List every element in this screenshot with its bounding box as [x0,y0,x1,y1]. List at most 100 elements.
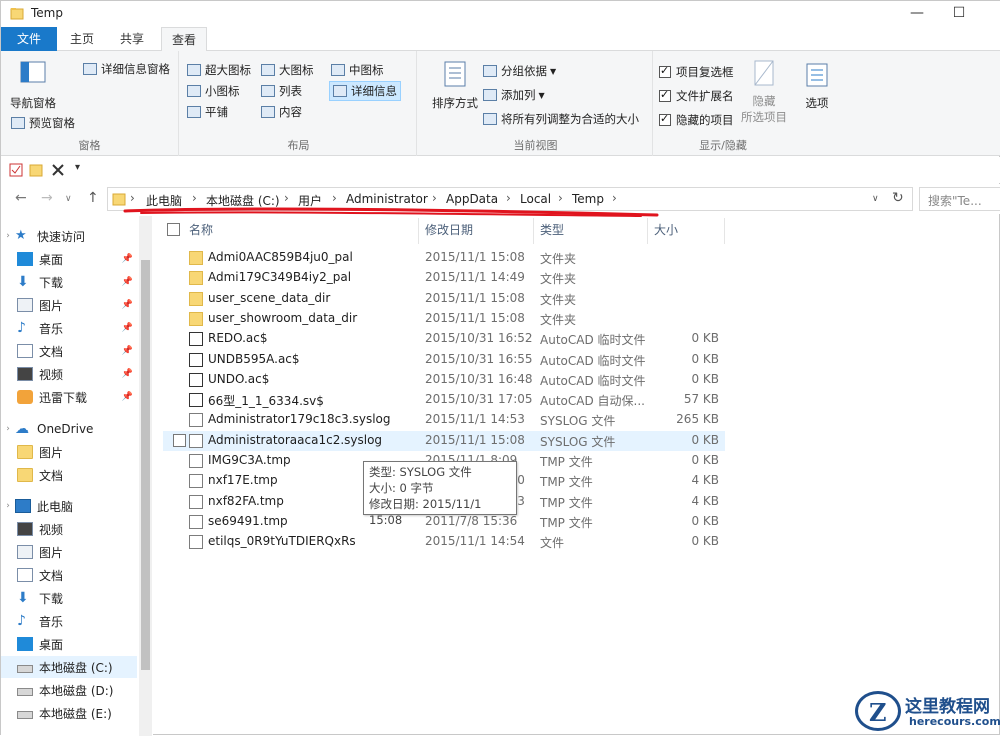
search-box[interactable]: 搜索"Te... [919,187,1000,211]
refresh-icon[interactable]: ↻ [892,190,904,206]
add-column-button[interactable]: 添加列 ▼ [483,87,545,103]
expand-icon[interactable]: › [1,424,15,434]
breadcrumb-separator[interactable]: › [558,191,563,205]
nav-quick-music[interactable]: ♪ 音乐 📌 [1,317,137,339]
file-row[interactable]: Administratoraaca1c2.syslog 2015/11/1 15:… [163,430,725,451]
nav-pc-videos[interactable]: 视频 [1,518,137,540]
nav-label: 桌面 [39,252,64,267]
nav-drive-c[interactable]: 本地磁盘 (C:) [1,656,137,678]
nav-quick-thunder[interactable]: 迅雷下载 📌 [1,386,137,408]
file-row[interactable]: REDO.ac$ 2015/10/31 16:52 AutoCAD 临时文件 0 KB [163,329,725,349]
sort-by-button[interactable]: 排序方式 [429,59,481,111]
breadcrumb-separator[interactable]: › [432,191,437,205]
properties-icon[interactable] [9,163,23,177]
item-checkboxes-toggle[interactable]: 项目复选框 [659,64,734,80]
pin-icon: 📌 [121,392,133,402]
nav-onedrive[interactable]: › ☁ OneDrive [1,418,137,440]
nav-pc-documents[interactable]: 文档 [1,564,137,586]
breadcrumb-separator[interactable]: › [332,191,337,205]
nav-pane-button[interactable]: 导航窗格 [7,57,59,111]
nav-this-pc[interactable]: › 此电脑 [1,495,137,517]
expand-icon[interactable]: › [1,501,15,511]
autocad-file-icon [189,352,203,367]
file-row[interactable]: UNDB595A.ac$ 2015/10/31 16:55 AutoCAD 临时文件… [163,350,725,370]
file-size: 265 KB [676,412,719,427]
layout-extra-large-icons[interactable]: 超大图标 [187,62,251,78]
file-row[interactable]: user_scene_data_dir 2015/11/1 15:08 文件夹 [163,289,725,309]
file-row[interactable]: Admi179C349B4iy2_pal 2015/11/1 14:49 文件夹 [163,268,725,288]
nav-scrollbar[interactable] [139,216,152,736]
nav-pc-desktop[interactable]: 桌面 [1,633,137,655]
layout-content[interactable]: 内容 [261,104,302,120]
minimize-button[interactable]: — [899,3,935,25]
nav-quick-access[interactable]: › ★ 快速访问 [1,225,137,247]
nav-quick-videos[interactable]: 视频 📌 [1,363,137,385]
column-header-date[interactable]: 修改日期 [419,218,534,244]
forward-arrow-icon[interactable]: → [41,190,53,206]
tooltip-size: 大小: 0 字节 [369,481,434,495]
breadcrumb-appdata[interactable]: AppData [446,192,498,206]
layout-details[interactable]: 详细信息 [329,81,401,101]
file-row[interactable]: 66型_1_1_6334.sv$ 2015/10/31 17:05 AutoCAD … [163,390,725,410]
tab-home[interactable]: 主页 [61,27,103,51]
file-name: user_scene_data_dir [208,290,331,305]
file-row[interactable]: Administrator179c18c3.syslog 2015/11/1 14… [163,410,725,430]
column-header-name[interactable]: 名称 [183,218,419,244]
layout-medium-icons[interactable]: 中图标 [331,62,384,78]
file-date: 2015/10/31 17:05 [425,392,533,407]
nav-scrollbar-thumb[interactable] [141,260,150,670]
breadcrumb-separator[interactable]: › [284,191,289,205]
qat-customize-arrow[interactable]: ▾ [75,162,80,173]
nav-quick-desktop[interactable]: 桌面 📌 [1,248,137,270]
nav-label: 图片 [39,445,64,460]
delete-icon[interactable] [51,163,65,177]
nav-quick-pictures[interactable]: 图片 📌 [1,294,137,316]
tab-view[interactable]: 查看 [161,27,207,52]
nav-onedrive-pictures[interactable]: 图片 [1,441,137,463]
nav-quick-documents[interactable]: 文档 📌 [1,340,137,362]
tab-share[interactable]: 共享 [111,27,153,51]
tab-file[interactable]: 文件 [1,27,57,51]
back-arrow-icon[interactable]: ← [15,190,27,206]
hidden-items-toggle[interactable]: 隐藏的项目 [659,112,734,128]
fit-columns-button[interactable]: 将所有列调整为合适的大小 [483,111,639,127]
layout-list[interactable]: 列表 [261,83,302,99]
breadcrumb-separator[interactable]: › [506,191,511,205]
new-folder-icon[interactable] [29,163,43,177]
details-pane-button[interactable]: 详细信息窗格 [83,61,170,77]
nav-drive-d[interactable]: 本地磁盘 (D:) [1,679,137,701]
nav-pc-music[interactable]: ♪ 音乐 [1,610,137,632]
address-dropdown-icon[interactable]: ∨ [872,194,879,204]
layout-large-icons[interactable]: 大图标 [261,62,314,78]
row-checkbox[interactable] [173,433,186,447]
group-by-button[interactable]: 分组依据 ▼ [483,63,556,79]
file-row[interactable]: UNDO.ac$ 2015/10/31 16:48 AutoCAD 临时文件 0 KB [163,370,725,390]
nav-pc-pictures[interactable]: 图片 [1,541,137,563]
expand-icon[interactable]: › [1,231,15,241]
column-header-type[interactable]: 类型 [534,218,648,244]
column-header-size[interactable]: 大小 [648,218,725,244]
layout-small-icons[interactable]: 小图标 [187,83,240,99]
preview-pane-button[interactable]: 预览窗格 [11,115,75,131]
select-all-checkbox[interactable] [167,223,180,236]
nav-quick-downloads[interactable]: ⬇ 下载 📌 [1,271,137,293]
file-row[interactable]: etilqs_0R9tYuTDIERQxRs 2015/11/1 14:54 文件 0… [163,532,725,552]
file-row[interactable]: user_showroom_data_dir 2015/11/1 15:08 文件夹 [163,309,725,329]
maximize-button[interactable]: ☐ [941,3,977,25]
file-extensions-toggle[interactable]: 文件扩展名 [659,88,734,104]
breadcrumb-separator[interactable]: › [130,191,135,205]
layout-tiles[interactable]: 平铺 [187,104,228,120]
nav-drive-e[interactable]: 本地磁盘 (E:) [1,702,137,724]
options-button[interactable]: 选项 [803,61,831,111]
file-row[interactable]: Admi0AAC859B4ju0_pal 2015/11/1 15:08 文件夹 [163,248,725,268]
breadcrumb-temp[interactable]: Temp [572,192,604,206]
breadcrumb-separator[interactable]: › [192,191,197,205]
up-arrow-icon[interactable]: ↑ [87,190,99,206]
nav-onedrive-documents[interactable]: 文档 [1,464,137,486]
breadcrumb-local[interactable]: Local [520,192,551,206]
breadcrumb-administrator[interactable]: Administrator [346,192,428,206]
nav-pc-downloads[interactable]: ⬇ 下载 [1,587,137,609]
breadcrumb-separator[interactable]: › [612,191,617,205]
hide-selected-button[interactable]: 隐藏 所选项目 [741,59,787,125]
recent-dropdown-icon[interactable]: ∨ [65,194,72,204]
